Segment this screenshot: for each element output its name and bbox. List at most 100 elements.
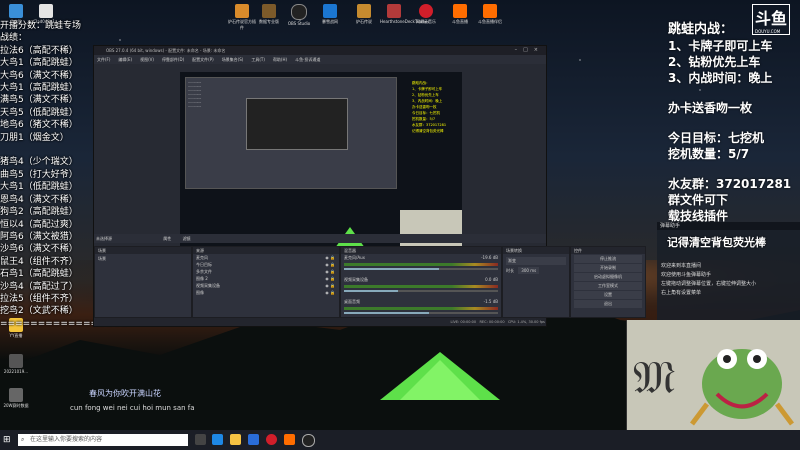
webcam-view: 𝔐 bbox=[626, 320, 800, 432]
danmu-header: 弹幕助手 bbox=[657, 222, 800, 230]
control-button[interactable]: 停止推流 bbox=[574, 255, 642, 263]
nested-preview: ........................................… bbox=[185, 77, 397, 189]
audio-mixer-dock[interactable]: 混音器 麦克风/Aux -19.6 dB 视频采集设备 0.0 dB 桌面音频 -1.5 … bbox=[340, 246, 502, 318]
mixer-channel[interactable]: 桌面音频 -1.5 dB bbox=[341, 298, 501, 320]
stream-info-overlay: 跳蛙内战： 1、卡牌子即可上车 2、钻粉优先上车 3、内战时间：晚上 办卡送香吻… bbox=[668, 22, 800, 224]
menu-item[interactable]: 文件(F) bbox=[97, 57, 110, 62]
eye-icon[interactable]: ◉ 🔒 bbox=[325, 261, 335, 268]
control-button[interactable]: 设置 bbox=[574, 291, 642, 299]
desktop-icon[interactable]: 炉石传说官方插件 bbox=[228, 4, 256, 31]
control-button[interactable]: 退出 bbox=[574, 300, 642, 308]
douyu-taskbar-icon[interactable] bbox=[284, 434, 295, 445]
filters-button[interactable]: 滤镜 bbox=[183, 236, 191, 241]
hearthstone-icon bbox=[235, 4, 249, 18]
toad-figure bbox=[690, 349, 794, 426]
record-line: 刀朋1（烟金文） bbox=[0, 132, 69, 143]
menu-item[interactable]: 帮助(H) bbox=[273, 57, 287, 62]
obs-window[interactable]: OBS 27.0.4 (64 bit, windows) - 配置文件: 未命名… bbox=[93, 45, 646, 327]
obs-taskbar-icon[interactable] bbox=[302, 434, 315, 447]
obs-title-bar[interactable]: OBS 27.0.4 (64 bit, windows) - 配置文件: 未命名… bbox=[94, 46, 546, 55]
controls-dock[interactable]: 控件 停止推流 开始录制 启动虚拟摄像机 工作室模式 设置 退出 bbox=[570, 246, 646, 318]
source-item[interactable]: 图像 ◉ 🔒 bbox=[193, 289, 339, 296]
menu-item[interactable]: 工具(T) bbox=[251, 57, 265, 62]
source-item[interactable]: 图像 2 ◉ 🔒 bbox=[193, 275, 339, 282]
desktop-icon[interactable]: 20221019... bbox=[2, 354, 30, 374]
record-line: 猪鸟4（少个瑞文） bbox=[0, 157, 78, 168]
taskbar-search-input[interactable]: 在这里输入你要搜索的内容 bbox=[18, 434, 188, 446]
window-controls[interactable]: –□× bbox=[515, 46, 544, 55]
sources-dock[interactable]: 来源 麦克风 ◉ 🔒 今日目标 ◉ 🔒 多余文件 ◉ 🔒 图像 2 ◉ 🔒 视频采集设备 ◉ 🔒 图… bbox=[192, 246, 340, 318]
desktop-icon[interactable]: OBS Studio bbox=[285, 4, 313, 26]
calligraphy: 𝔐 bbox=[633, 350, 676, 404]
overlay-title: 跳蛙内战： bbox=[668, 22, 734, 37]
menu-item[interactable]: 视图(V) bbox=[140, 57, 154, 62]
menu-item[interactable]: 编辑(E) bbox=[118, 57, 132, 62]
duration-label: 时长 bbox=[506, 268, 514, 273]
record-line: 满鸟5（满文不稀） bbox=[0, 95, 78, 106]
desktop-icon[interactable]: 网易云音乐 bbox=[412, 4, 440, 25]
task-view-icon[interactable] bbox=[195, 434, 206, 445]
menu-item[interactable]: 配置文件(P) bbox=[192, 57, 214, 62]
danmu-line: 左键拖动调整弹幕位置，右键拉伸调整大小 bbox=[661, 281, 757, 287]
cpu-status: CPU: 1.4%, 30.00 fps bbox=[507, 320, 545, 324]
record-line: 地鸟6（猪文不稀） bbox=[0, 120, 78, 131]
danmu-panel[interactable]: 弹幕助手 记得清空背包荧光棒 欢迎来到本直播间 欢迎使用斗鱼弹幕助手 左键拖动调整弹… bbox=[657, 222, 800, 322]
record-line: 拉法5（组件不齐） bbox=[0, 293, 78, 304]
netease-music-taskbar-icon[interactable] bbox=[266, 434, 277, 445]
overlay-rule: 2、钻粉优先上车 bbox=[668, 55, 761, 69]
hearthstone-game-icon bbox=[357, 4, 371, 18]
desktop-icon[interactable]: 数据专业版 bbox=[255, 4, 283, 25]
windows-start-icon[interactable]: ⊞ bbox=[3, 435, 11, 445]
transitions-dock[interactable]: 场景转换 渐变 时长 300 ms bbox=[502, 246, 570, 318]
volume-slider[interactable] bbox=[344, 290, 498, 292]
source-item[interactable]: 多余文件 ◉ 🔒 bbox=[193, 268, 339, 275]
eye-icon[interactable]: ◉ 🔒 bbox=[325, 268, 335, 275]
control-button[interactable]: 开始录制 bbox=[574, 264, 642, 272]
desktop-icon[interactable]: 斗鱼直播伴侣 bbox=[476, 4, 504, 25]
menu-item[interactable]: 斗鱼·投诉通道 bbox=[295, 57, 320, 62]
eye-icon[interactable]: ◉ 🔒 bbox=[325, 282, 335, 289]
netease-music-icon bbox=[419, 4, 433, 18]
desktop-icon[interactable]: HearthstoneDeckTracker bbox=[380, 4, 429, 24]
taskbar: ⊞ 在这里输入你要搜索的内容 ⌕ bbox=[0, 430, 800, 450]
edge-icon[interactable] bbox=[212, 434, 223, 445]
menu-item[interactable]: 场景集合(S) bbox=[222, 57, 244, 62]
desktop-icon[interactable]: 炉石传说 bbox=[350, 4, 378, 25]
record-line: 大鸟1（低配跳蛙） bbox=[0, 182, 78, 193]
control-button[interactable]: 启动虚拟摄像机 bbox=[574, 273, 642, 281]
douyu-companion-icon bbox=[483, 4, 497, 18]
eye-icon[interactable]: ◉ 🔒 bbox=[325, 289, 335, 296]
record-line: 挖鸟2（文武不稀） bbox=[0, 306, 78, 317]
source-item[interactable]: 麦克风 ◉ 🔒 bbox=[193, 254, 339, 261]
eye-icon[interactable]: ◉ 🔒 bbox=[325, 254, 335, 261]
source-item[interactable]: 今日目标 ◉ 🔒 bbox=[193, 261, 339, 268]
mixer-channel[interactable]: 视频采集设备 0.0 dB bbox=[341, 276, 501, 298]
store-icon[interactable] bbox=[248, 434, 259, 445]
duration-input[interactable]: 300 ms bbox=[518, 267, 540, 274]
scenes-dock[interactable]: 场景 场景 bbox=[94, 246, 192, 318]
source-item[interactable]: 视频采集设备 ◉ 🔒 bbox=[193, 282, 339, 289]
overlay-fan-group: 水友群：372017281 bbox=[668, 177, 792, 191]
control-button[interactable]: 工作室模式 bbox=[574, 282, 642, 290]
desktop-icon[interactable]: 20W赛时数据 bbox=[2, 388, 30, 409]
desktop-icon[interactable]: 斗鱼直播 bbox=[446, 4, 474, 25]
desktop-icon[interactable]: 暴雪战网 bbox=[316, 4, 344, 25]
overlay-count: 挖机数量：5/7 bbox=[668, 147, 750, 161]
volume-slider[interactable] bbox=[344, 268, 498, 270]
mixer-channel[interactable]: 麦克风/Aux -19.6 dB bbox=[341, 254, 501, 276]
record-line bbox=[0, 144, 92, 156]
volume-slider[interactable] bbox=[344, 312, 498, 314]
record-line: 拉法6（高配不稀） bbox=[0, 45, 78, 56]
record-line: 恩鸟4（满文不稀） bbox=[0, 194, 78, 205]
record-line: 开播分数：跳蛙专场 bbox=[0, 21, 82, 31]
menu-item[interactable]: 停靠部件(D) bbox=[162, 57, 184, 62]
transition-select[interactable]: 渐变 bbox=[506, 257, 566, 265]
file-explorer-icon[interactable] bbox=[230, 434, 241, 445]
scene-item[interactable]: 场景 bbox=[95, 254, 191, 264]
record-line: 石鸟1（高配跳蛙） bbox=[0, 269, 78, 280]
record-line: 沙鸟6（满文不稀） bbox=[0, 244, 78, 255]
eye-icon[interactable]: ◉ 🔒 bbox=[325, 275, 335, 282]
properties-button[interactable]: 属性 bbox=[163, 236, 171, 241]
no-source-label: 未选择源 bbox=[96, 236, 112, 241]
obs-menu-bar: 文件(F) 编辑(E) 视图(V) 停靠部件(D) 配置文件(P) 场景集合(S) 工具(T… bbox=[94, 55, 546, 64]
